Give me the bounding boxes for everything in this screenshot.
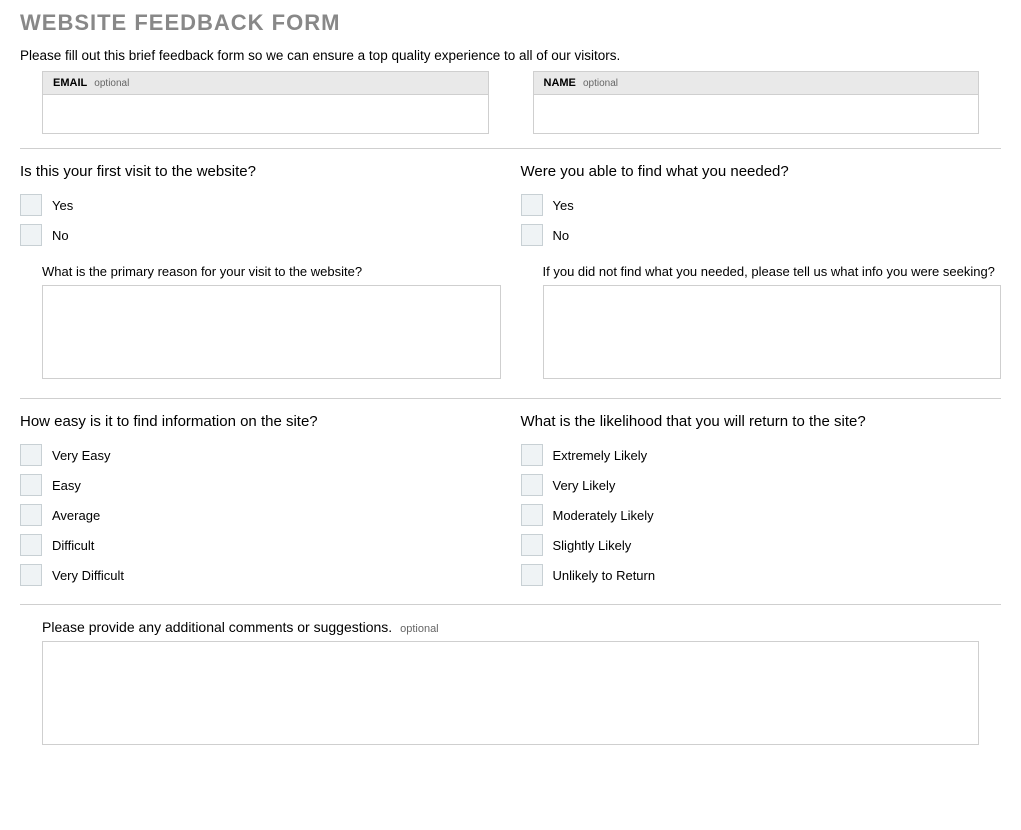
first-visit-no-checkbox[interactable] — [20, 224, 42, 246]
email-optional: optional — [94, 78, 129, 89]
option-label: Very Difficult — [52, 568, 124, 583]
ease-question: How easy is it to find information on th… — [20, 413, 501, 440]
comments-textarea[interactable] — [42, 641, 979, 745]
option-label: Easy — [52, 478, 81, 493]
first-visit-question: Is this your first visit to the website? — [20, 163, 501, 190]
top-fields-row: EMAIL optional NAME optional — [20, 71, 1001, 148]
option-row: Difficult — [20, 530, 501, 560]
option-label: Yes — [553, 198, 574, 213]
not-found-question: If you did not find what you needed, ple… — [521, 250, 1002, 285]
option-row: Yes — [521, 190, 1002, 220]
primary-reason-textarea[interactable] — [42, 285, 501, 379]
email-header: EMAIL optional — [43, 72, 488, 95]
name-label: NAME — [544, 77, 576, 89]
ease-average-checkbox[interactable] — [20, 504, 42, 526]
option-row: Moderately Likely — [521, 500, 1002, 530]
email-field-box: EMAIL optional — [42, 71, 489, 134]
option-row: Very Likely — [521, 470, 1002, 500]
found-no-checkbox[interactable] — [521, 224, 543, 246]
option-row: Very Easy — [20, 440, 501, 470]
option-row: No — [521, 220, 1002, 250]
option-label: No — [52, 228, 69, 243]
option-label: Average — [52, 508, 100, 523]
option-row: Easy — [20, 470, 501, 500]
option-label: Slightly Likely — [553, 538, 632, 553]
not-found-textarea[interactable] — [543, 285, 1002, 379]
comments-label-row: Please provide any additional comments o… — [42, 619, 979, 641]
option-label: Extremely Likely — [553, 448, 648, 463]
email-input[interactable] — [43, 95, 488, 133]
found-yes-checkbox[interactable] — [521, 194, 543, 216]
option-row: Yes — [20, 190, 501, 220]
found-needed-question: Were you able to find what you needed? — [521, 163, 1002, 190]
ease-very-easy-checkbox[interactable] — [20, 444, 42, 466]
comments-optional: optional — [400, 623, 439, 635]
intro-text: Please fill out this brief feedback form… — [20, 48, 1001, 71]
option-row: Slightly Likely — [521, 530, 1002, 560]
first-visit-yes-checkbox[interactable] — [20, 194, 42, 216]
option-label: Difficult — [52, 538, 94, 553]
return-moderately-checkbox[interactable] — [521, 504, 543, 526]
option-label: Very Likely — [553, 478, 616, 493]
name-field-box: NAME optional — [533, 71, 980, 134]
email-label: EMAIL — [53, 77, 87, 89]
option-label: Unlikely to Return — [553, 568, 656, 583]
option-label: Very Easy — [52, 448, 111, 463]
name-header: NAME optional — [534, 72, 979, 95]
return-slightly-checkbox[interactable] — [521, 534, 543, 556]
section-2: How easy is it to find information on th… — [20, 399, 1001, 604]
option-label: Moderately Likely — [553, 508, 654, 523]
option-label: No — [553, 228, 570, 243]
comments-section: Please provide any additional comments o… — [20, 605, 1001, 770]
option-row: Very Difficult — [20, 560, 501, 590]
option-row: Average — [20, 500, 501, 530]
section-1: Is this your first visit to the website?… — [20, 149, 1001, 398]
return-unlikely-checkbox[interactable] — [521, 564, 543, 586]
section-1-left: Is this your first visit to the website?… — [20, 163, 501, 384]
name-input[interactable] — [534, 95, 979, 133]
section-2-left: How easy is it to find information on th… — [20, 413, 501, 590]
section-1-right: Were you able to find what you needed? Y… — [521, 163, 1002, 384]
comments-label: Please provide any additional comments o… — [42, 619, 392, 635]
return-very-checkbox[interactable] — [521, 474, 543, 496]
section-2-right: What is the likelihood that you will ret… — [521, 413, 1002, 590]
option-label: Yes — [52, 198, 73, 213]
ease-very-difficult-checkbox[interactable] — [20, 564, 42, 586]
option-row: Unlikely to Return — [521, 560, 1002, 590]
name-optional: optional — [583, 78, 618, 89]
option-row: No — [20, 220, 501, 250]
option-row: Extremely Likely — [521, 440, 1002, 470]
ease-easy-checkbox[interactable] — [20, 474, 42, 496]
page-title: WEBSITE FEEDBACK FORM — [20, 0, 1001, 48]
return-question: What is the likelihood that you will ret… — [521, 413, 1002, 440]
primary-reason-question: What is the primary reason for your visi… — [20, 250, 501, 285]
return-extremely-checkbox[interactable] — [521, 444, 543, 466]
ease-difficult-checkbox[interactable] — [20, 534, 42, 556]
